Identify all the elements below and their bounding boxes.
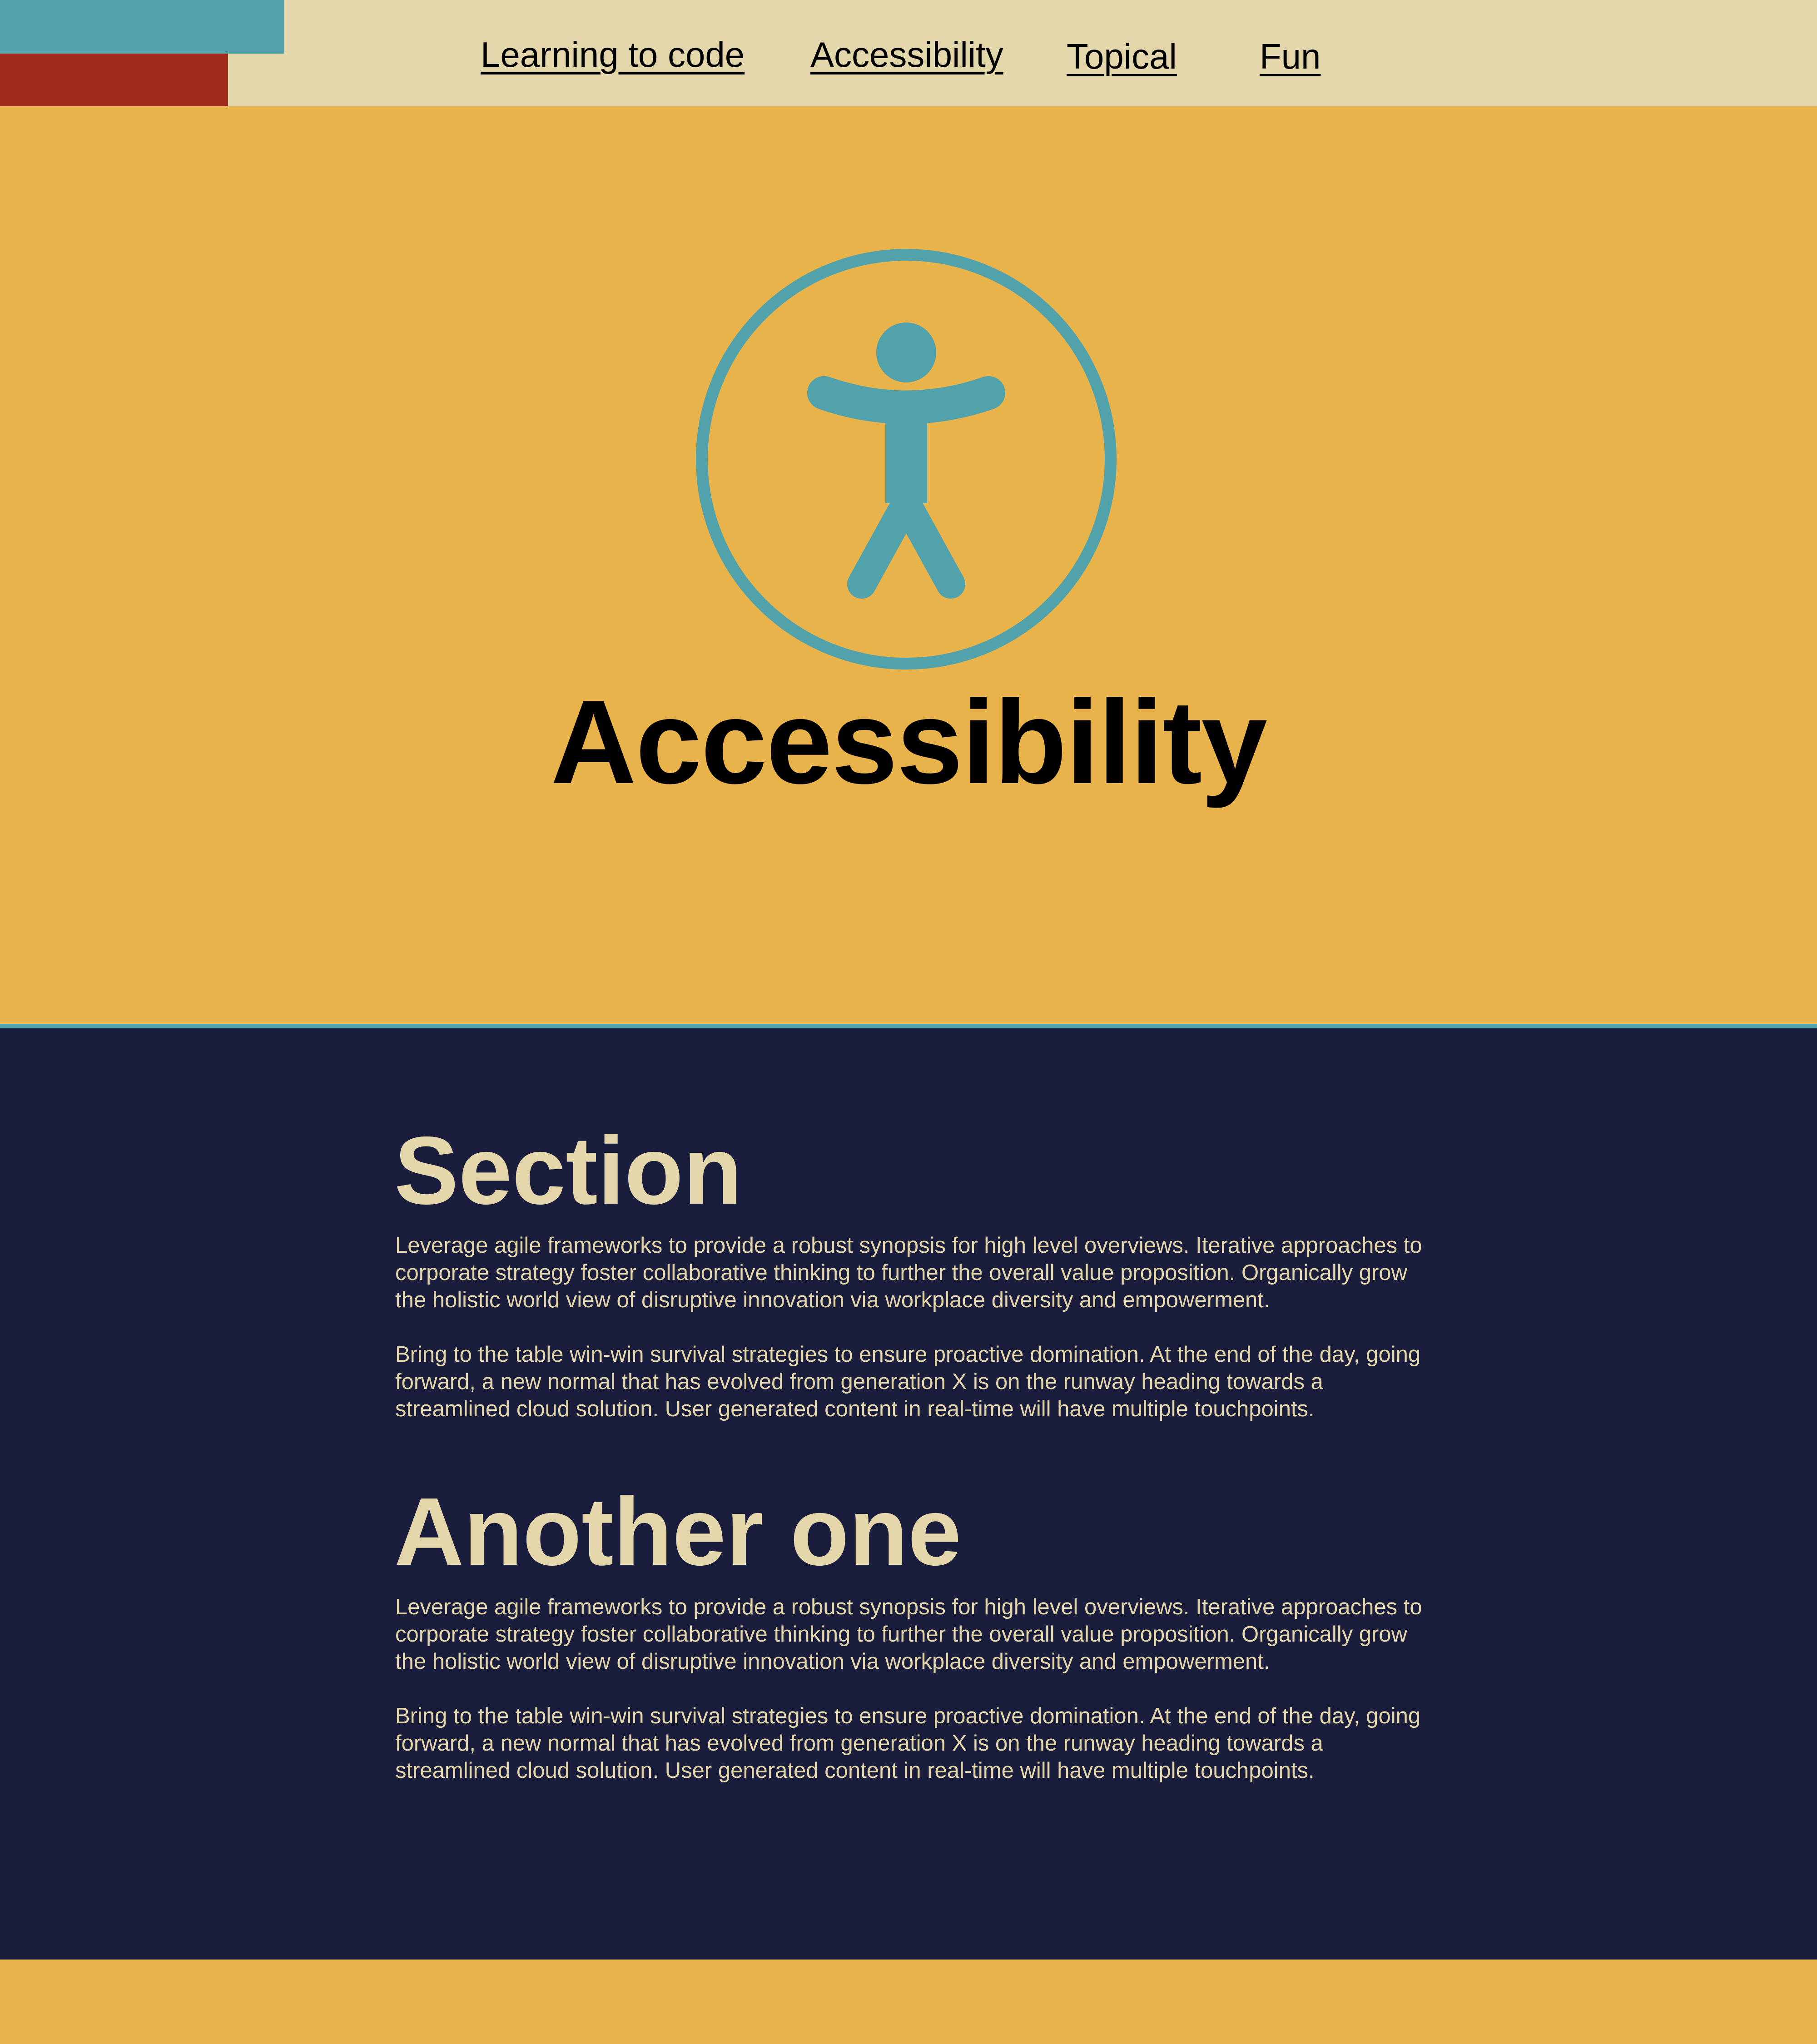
nav-link-topical[interactable]: Topical [1067,34,1177,79]
logo-teal-block[interactable] [0,0,284,54]
nav-link-learning-to-code[interactable]: Learning to code [481,32,745,77]
section-paragraph: Bring to the table win-win survival stra… [395,1342,1421,1421]
accessibility-icon [696,249,1117,670]
section-paragraph: Bring to the table win-win survival stra… [395,1704,1421,1783]
hero-banner: Accessibility [0,106,1817,1024]
footer [0,1960,1817,2044]
section-paragraph: Leverage agile frameworks to provide a r… [395,1233,1422,1312]
hero-divider [0,1024,1817,1028]
nav-link-fun[interactable]: Fun [1260,34,1321,79]
section-heading: Another one [394,1478,962,1585]
top-nav: Learning to code Accessibility Topical F… [0,0,1817,106]
main-content: Section Leverage agile frameworks to pro… [0,1028,1817,1960]
section-paragraph: Leverage agile frameworks to provide a r… [395,1595,1422,1674]
section-heading: Section [394,1116,742,1224]
page-title: Accessibility [551,675,1267,809]
nav-link-accessibility[interactable]: Accessibility [810,32,1003,77]
logo-red-block [0,54,228,106]
